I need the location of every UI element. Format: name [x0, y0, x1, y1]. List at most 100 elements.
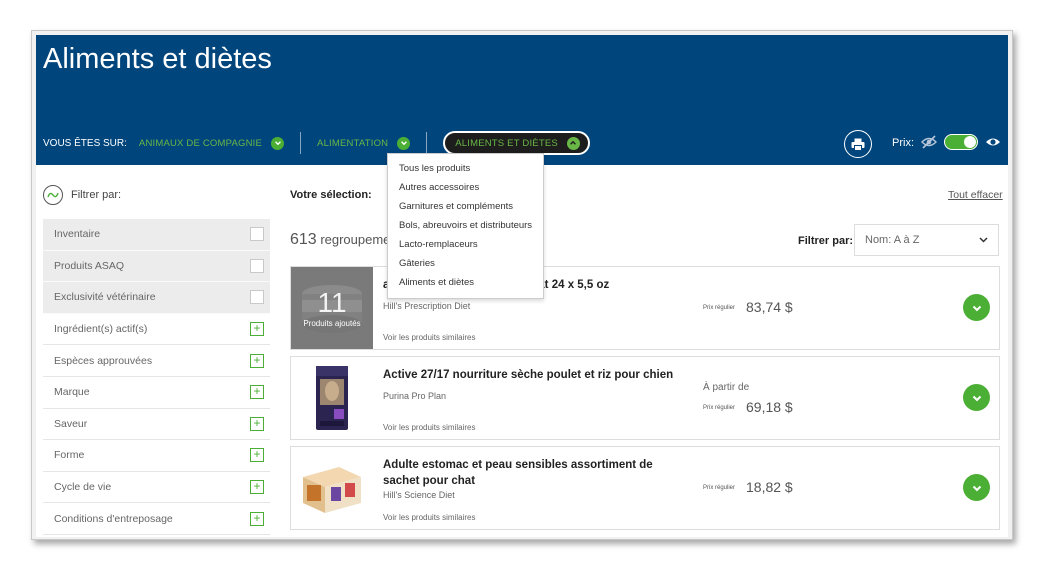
- breadcrumb-item-animaux[interactable]: ANIMAUX DE COMPAGNIE: [138, 136, 285, 150]
- expand-product-button[interactable]: [963, 294, 990, 321]
- filter-row-label: Cycle de vie: [54, 481, 112, 494]
- filter-row-label: Espèces approuvées: [54, 354, 153, 367]
- filter-row-asaq[interactable]: Produits ASAQ: [43, 250, 270, 283]
- added-text: Produits ajoutés: [303, 318, 361, 328]
- result-count-text: regroupeme: [316, 232, 391, 247]
- chevron-down-icon: [972, 395, 981, 401]
- plus-icon[interactable]: +: [250, 511, 264, 526]
- toggle-knob: [964, 136, 976, 148]
- added-count: 11: [317, 286, 347, 318]
- product-brand: Purina Pro Plan: [383, 391, 447, 401]
- product-card: Adulte estomac et peau sensibles assorti…: [290, 446, 1000, 530]
- dropdown-item[interactable]: Autres accessoires: [388, 178, 543, 197]
- product-price: 83,74 $: [746, 299, 793, 315]
- breadcrumb-item-aliments-dietes[interactable]: ALIMENTS ET DIÈTES: [443, 131, 590, 155]
- chevron-down-icon[interactable]: [397, 136, 411, 150]
- product-card: Active 27/17 nourriture sèche poulet et …: [290, 356, 1000, 440]
- breadcrumb-item-alimentation[interactable]: ALIMENTATION: [317, 136, 411, 150]
- plus-icon[interactable]: +: [250, 322, 264, 337]
- filter-row-inventaire[interactable]: Inventaire: [43, 219, 270, 251]
- plus-icon[interactable]: +: [250, 385, 264, 400]
- dropdown-item[interactable]: Lacto-remplaceurs: [388, 235, 543, 254]
- breadcrumb-item-label: ALIMENTATION: [317, 137, 389, 149]
- plus-icon[interactable]: +: [250, 448, 264, 463]
- screenshot-frame: Aliments et diètes VOUS ÊTES SUR: ANIMAU…: [31, 30, 1013, 540]
- food-bag-icon: [316, 366, 348, 430]
- filter-row-marque[interactable]: Marque +: [43, 377, 270, 409]
- filter-list: Inventaire Produits ASAQ Exclusivité vét…: [43, 219, 270, 535]
- result-count-number: 613: [290, 231, 317, 248]
- regular-price-label: Prix régulier: [703, 485, 736, 491]
- pouch-box-icon: [303, 467, 361, 513]
- dropdown-item[interactable]: Tous les produits: [388, 159, 543, 178]
- expand-product-button[interactable]: [963, 384, 990, 411]
- product-image: [291, 447, 373, 529]
- chevron-down-icon: [979, 237, 988, 243]
- filter-row-label: Conditions d'entreposage: [54, 512, 173, 525]
- product-price: 18,82 $: [746, 479, 793, 495]
- plus-icon[interactable]: +: [250, 416, 264, 431]
- product-price: 69,18 $: [746, 399, 793, 415]
- filter-row-exclusivite[interactable]: Exclusivité vétérinaire: [43, 282, 270, 314]
- filter-row-label: Saveur: [54, 417, 88, 430]
- eye-off-icon: [921, 135, 937, 149]
- breadcrumb-divider: [426, 132, 428, 154]
- plus-icon[interactable]: +: [250, 480, 264, 495]
- chevron-down-icon[interactable]: [271, 136, 285, 150]
- eye-icon: [986, 138, 1000, 146]
- product-image: [291, 357, 373, 439]
- product-name[interactable]: Adulte estomac et peau sensibles assorti…: [383, 457, 663, 489]
- product-name[interactable]: Active 27/17 nourriture sèche poulet et …: [383, 367, 693, 383]
- sort-label: Filtrer par:: [798, 235, 854, 247]
- page-title: Aliments et diètes: [43, 43, 272, 75]
- print-button[interactable]: [844, 130, 872, 158]
- filter-checkbox[interactable]: [250, 258, 264, 273]
- chevron-up-icon[interactable]: [566, 136, 580, 150]
- filter-row-especes[interactable]: Espèces approuvées +: [43, 345, 270, 377]
- product-brand: Hill's Prescription Diet: [383, 301, 471, 311]
- selection-label: Votre sélection:: [290, 189, 372, 201]
- result-count: 613 regroupeme: [290, 231, 390, 249]
- price-from-label: À partir de: [703, 382, 750, 393]
- dropdown-item[interactable]: Aliments et diètes: [388, 273, 543, 292]
- filter-row-label: Marque: [54, 386, 90, 399]
- filter-row-cycle[interactable]: Cycle de vie +: [43, 472, 270, 504]
- filter-label: Filtrer par:: [71, 189, 122, 201]
- printer-icon: [851, 138, 865, 151]
- filter-row-entreposage[interactable]: Conditions d'entreposage +: [43, 503, 270, 535]
- filter-row-label: Exclusivité vétérinaire: [54, 291, 156, 304]
- chevron-down-icon: [972, 485, 981, 491]
- plus-icon[interactable]: +: [250, 353, 264, 368]
- filter-row-label: Forme: [54, 449, 85, 462]
- filter-checkbox[interactable]: [250, 290, 264, 305]
- filter-row-label: Inventaire: [54, 228, 101, 241]
- breadcrumb-item-label: ALIMENTS ET DIÈTES: [455, 137, 558, 149]
- similar-products-link[interactable]: Voir les produits similaires: [383, 513, 475, 522]
- breadcrumb-label: VOUS ÊTES SUR:: [43, 137, 127, 149]
- regular-price-label: Prix régulier: [703, 405, 736, 411]
- clear-all-link[interactable]: Tout effacer: [948, 189, 1003, 201]
- regular-price-label: Prix régulier: [703, 305, 736, 311]
- dropdown-item[interactable]: Gâteries: [388, 254, 543, 273]
- added-products-overlay[interactable]: 11 Produits ajoutés: [291, 267, 373, 349]
- expand-product-button[interactable]: [963, 474, 990, 501]
- filter-header[interactable]: Filtrer par:: [43, 185, 121, 205]
- dropdown-item[interactable]: Garnitures et compléments: [388, 197, 543, 216]
- breadcrumb-divider: [300, 132, 302, 154]
- page: Aliments et diètes VOUS ÊTES SUR: ANIMAU…: [36, 35, 1008, 537]
- category-dropdown-menu: Tous les produits Autres accessoires Gar…: [387, 153, 544, 299]
- filter-row-ingredients[interactable]: Ingrédient(s) actif(s) +: [43, 314, 270, 346]
- similar-products-link[interactable]: Voir les produits similaires: [383, 333, 475, 342]
- similar-products-link[interactable]: Voir les produits similaires: [383, 423, 475, 432]
- filter-icon[interactable]: [43, 185, 63, 205]
- filter-checkbox[interactable]: [250, 227, 264, 242]
- sort-select[interactable]: Nom: A à Z: [854, 224, 999, 256]
- product-brand: Hill's Science Diet: [383, 490, 455, 500]
- breadcrumb-item-label: ANIMAUX DE COMPAGNIE: [138, 137, 263, 149]
- price-toggle[interactable]: [944, 134, 978, 150]
- dropdown-item[interactable]: Bols, abreuvoirs et distributeurs: [388, 216, 543, 235]
- filter-row-forme[interactable]: Forme +: [43, 440, 270, 472]
- filter-row-label: Produits ASAQ: [54, 259, 125, 272]
- filter-row-saveur[interactable]: Saveur +: [43, 409, 270, 441]
- filter-row-label: Ingrédient(s) actif(s): [54, 323, 148, 336]
